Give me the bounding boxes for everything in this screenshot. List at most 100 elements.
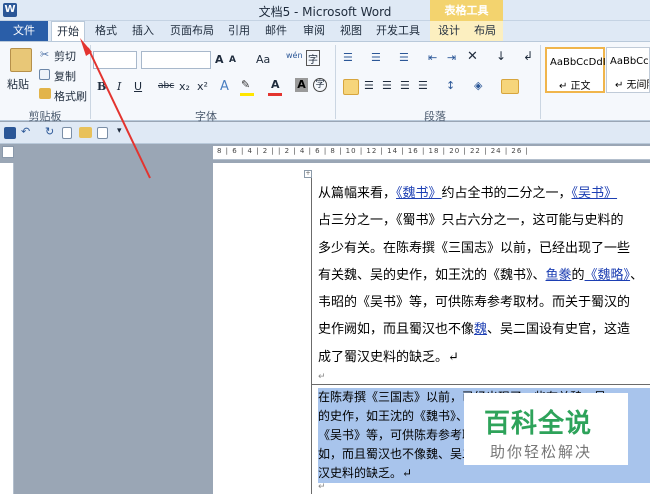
hyperlink-text[interactable]: 《魏略》 bbox=[585, 268, 631, 283]
highlight-icon[interactable]: ✎ bbox=[241, 78, 250, 91]
hyperlink-text[interactable]: 鱼豢 bbox=[546, 268, 572, 283]
superscript-button[interactable]: x² bbox=[197, 80, 208, 93]
style-no-spacing[interactable]: AaBbCcDd ↵ 无间隔 bbox=[606, 47, 650, 93]
char-border-button[interactable]: 字 bbox=[306, 50, 320, 66]
text-run: 、吴二国设有史官，这造 bbox=[487, 322, 631, 338]
tab-layout[interactable]: 布局 bbox=[470, 21, 500, 41]
cut-icon[interactable]: ✂ bbox=[40, 48, 49, 61]
distributed-icon[interactable]: ☰ bbox=[418, 79, 428, 92]
table-move-handle[interactable]: + bbox=[304, 170, 312, 178]
tab-review[interactable]: 审阅 bbox=[298, 21, 330, 41]
bold-button[interactable]: B bbox=[97, 80, 106, 93]
redo-icon[interactable]: ↻ bbox=[45, 125, 54, 138]
line-spacing-icon[interactable]: ↕ bbox=[446, 79, 455, 92]
shrink-font-button[interactable]: A bbox=[229, 55, 236, 65]
grow-font-button[interactable]: A bbox=[215, 53, 224, 66]
table-row-border bbox=[311, 384, 650, 385]
tab-insert[interactable]: 插入 bbox=[127, 21, 159, 41]
numbering-icon[interactable]: ☰ bbox=[371, 51, 381, 64]
save-icon[interactable] bbox=[4, 127, 16, 139]
style-normal[interactable]: AaBbCcDdI ↵ 正文 bbox=[545, 47, 606, 93]
text-run: 成了蜀汉史料的缺乏。↵ bbox=[318, 349, 459, 365]
phonetic-guide-button[interactable]: wén bbox=[286, 51, 303, 60]
text-line: 多少有关。在陈寿撰《三国志》以前，已经出现了一些 bbox=[318, 235, 650, 262]
text-run: 的 bbox=[571, 267, 585, 283]
edit-document-icon[interactable] bbox=[97, 127, 108, 139]
selected-text-line: 汉史料的缺乏。↵ bbox=[318, 466, 413, 480]
increase-indent-icon[interactable]: ⇥ bbox=[447, 51, 456, 64]
style-name: ↵ 无间隔 bbox=[615, 80, 649, 91]
format-painter-icon[interactable] bbox=[39, 88, 51, 99]
text-line: 从篇幅来看，《魏书》约占全书的二分之一，《吴书》 bbox=[318, 180, 650, 207]
tab-developer[interactable]: 开发工具 bbox=[373, 21, 423, 41]
text-run: 占三分之一，《蜀书》只占六分之一，这可能与史料的 bbox=[318, 213, 624, 229]
tab-page-layout[interactable]: 页面布局 bbox=[167, 21, 217, 41]
window-title: 文档5 - Microsoft Word bbox=[258, 5, 392, 19]
open-folder-icon[interactable] bbox=[79, 127, 92, 138]
show-marks-icon[interactable]: ↲ bbox=[523, 49, 533, 63]
text-line: 成了蜀汉史料的缺乏。↵ bbox=[318, 344, 650, 371]
text-run: 从篇幅来看， bbox=[318, 186, 397, 201]
text-effects-button[interactable]: A bbox=[220, 79, 229, 94]
new-document-icon[interactable] bbox=[62, 127, 72, 139]
text-run: 韦昭的《吴书》等，可供陈寿参考取材。而关于蜀汉的 bbox=[318, 295, 631, 311]
sort-icon[interactable]: ↓ bbox=[496, 49, 506, 63]
vertical-ruler[interactable] bbox=[0, 163, 14, 494]
tab-selector-button[interactable] bbox=[2, 146, 14, 158]
paragraph-1[interactable]: 从篇幅来看，《魏书》约占全书的二分之一，《吴书》占三分之一，《蜀书》只占六分之一… bbox=[318, 180, 650, 371]
font-color-bar bbox=[268, 93, 282, 96]
tab-mailings[interactable]: 邮件 bbox=[260, 21, 292, 41]
align-center-icon[interactable]: ☰ bbox=[364, 79, 374, 92]
hyperlink-text[interactable]: 《魏书》 bbox=[396, 186, 442, 201]
format-painter-button[interactable]: 格式刷 bbox=[54, 88, 87, 104]
change-case-button[interactable]: Aa bbox=[256, 53, 270, 66]
char-shading-button[interactable]: A bbox=[295, 78, 308, 92]
font-size-dropdown[interactable] bbox=[141, 51, 211, 69]
hyperlink-text[interactable]: 魏 bbox=[474, 322, 487, 337]
copy-icon[interactable] bbox=[39, 69, 50, 80]
cut-button[interactable]: 剪切 bbox=[54, 48, 76, 64]
font-name-dropdown[interactable] bbox=[93, 51, 137, 69]
hyperlink-text[interactable]: 《吴书》 bbox=[572, 186, 618, 201]
paste-button[interactable]: 粘贴 bbox=[7, 76, 29, 92]
align-right-icon[interactable]: ☰ bbox=[382, 79, 392, 92]
decrease-indent-icon[interactable]: ⇤ bbox=[428, 51, 437, 64]
text-run: 有关魏、吴的史作，如王沈的《魏书》、 bbox=[318, 267, 546, 283]
paste-icon[interactable] bbox=[10, 48, 32, 72]
align-left-icon[interactable] bbox=[343, 79, 359, 95]
end-mark: ↵ bbox=[318, 372, 326, 382]
borders-icon[interactable] bbox=[501, 79, 519, 94]
strikethrough-button[interactable]: abc bbox=[158, 81, 174, 91]
undo-icon[interactable]: ↶ bbox=[21, 125, 30, 138]
font-color-button[interactable]: A bbox=[271, 78, 280, 91]
underline-button[interactable]: U bbox=[134, 80, 142, 93]
enclose-char-button[interactable]: 字 bbox=[313, 78, 327, 92]
tab-home[interactable]: 开始 bbox=[51, 21, 85, 42]
chinese-layout-icon[interactable]: ✕ bbox=[467, 49, 478, 64]
tab-design[interactable]: 设计 bbox=[434, 21, 464, 41]
style-preview: AaBbCcDdI bbox=[550, 57, 606, 68]
horizontal-ruler[interactable]: 8 | 6 | 4 | 2 | | 2 | 4 | 6 | 8 | 10 | 1… bbox=[213, 146, 650, 160]
watermark-title: 百科全说 bbox=[484, 409, 593, 439]
text-line: 史作阙如，而且蜀汉也不像魏、吴二国设有史官，这造 bbox=[318, 316, 650, 343]
copy-button[interactable]: 复制 bbox=[54, 68, 76, 84]
ribbon-separator bbox=[540, 45, 541, 119]
justify-icon[interactable]: ☰ bbox=[400, 79, 410, 92]
text-run: 、 bbox=[630, 267, 644, 283]
text-run: 史作阙如，而且蜀汉也不像 bbox=[318, 322, 475, 338]
customize-qat-icon[interactable]: ▾ bbox=[117, 126, 122, 136]
italic-button[interactable]: I bbox=[117, 80, 121, 93]
subscript-button[interactable]: x₂ bbox=[179, 80, 190, 93]
text-line: 占三分之一，《蜀书》只占六分之一，这可能与史料的 bbox=[318, 207, 650, 234]
style-name: ↵ 正文 bbox=[559, 81, 591, 92]
tab-view[interactable]: 视图 bbox=[335, 21, 367, 41]
tab-format[interactable]: 格式 bbox=[90, 21, 122, 41]
shading-icon[interactable]: ◈ bbox=[474, 79, 482, 92]
bullets-icon[interactable]: ☰ bbox=[343, 51, 353, 64]
tab-references[interactable]: 引用 bbox=[223, 21, 255, 41]
tab-file[interactable]: 文件 bbox=[0, 21, 48, 41]
text-line: 韦昭的《吴书》等，可供陈寿参考取材。而关于蜀汉的 bbox=[318, 289, 650, 316]
multilevel-list-icon[interactable]: ☰ bbox=[399, 51, 409, 64]
text-run: 约占全书的二分之一， bbox=[441, 186, 572, 201]
watermark-subtitle: 助你轻松解决 bbox=[490, 443, 593, 461]
